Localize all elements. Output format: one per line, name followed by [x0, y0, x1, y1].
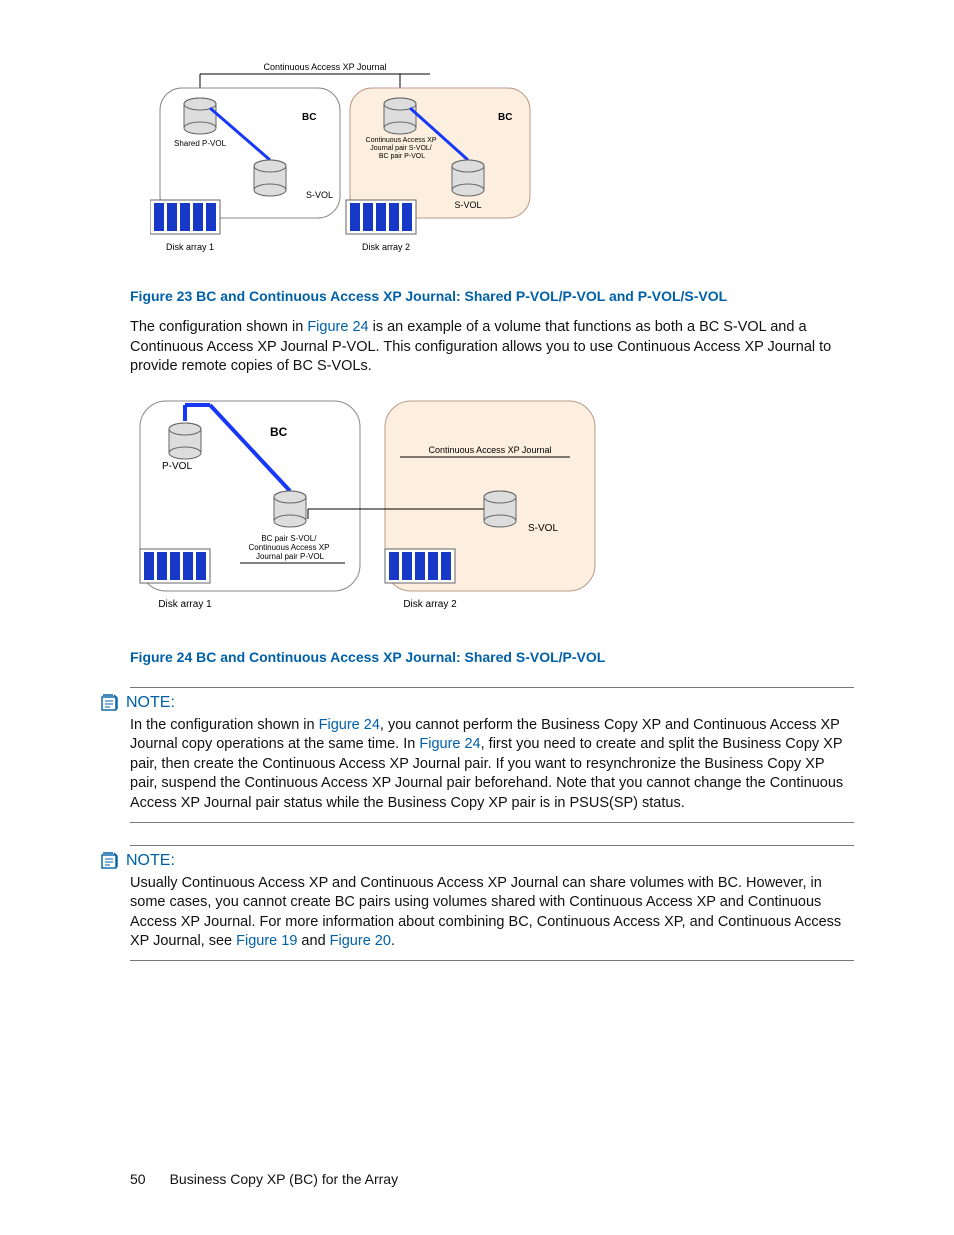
note-1: NOTE: In the configuration shown in Figu… [130, 687, 854, 823]
fig23-right-svol: S-VOL [454, 200, 481, 210]
fig24-left-array: Disk array 1 [158, 599, 212, 610]
note-2-heading: NOTE: [126, 852, 175, 870]
fig23-right-bc: BC [498, 112, 512, 123]
note1-link-fig24a[interactable]: Figure 24 [319, 717, 380, 733]
link-figure-24[interactable]: Figure 24 [307, 319, 368, 335]
paragraph-1: The configuration shown in Figure 24 is … [130, 318, 854, 377]
fig23-left-array: Disk array 1 [166, 242, 214, 252]
fig24-left-bc: BC [270, 425, 288, 439]
fig23-top-label: Continuous Access XP Journal [264, 62, 387, 72]
note2-link-fig20[interactable]: Figure 20 [330, 933, 391, 949]
fig24-left-pvol: P-VOL [162, 461, 192, 472]
note-2: NOTE: Usually Continuous Access XP and C… [130, 845, 854, 961]
figure-23-diagram: Continuous Access XP Journal Shared P-VO… [150, 60, 570, 270]
note1-link-fig24b[interactable]: Figure 24 [419, 736, 480, 752]
page-number: 50 [130, 1171, 146, 1187]
figure-24-diagram: P-VOL BC BC pair S-VOL/ Continuous Acces… [130, 391, 610, 631]
fig23-left-svol: S-VOL [306, 190, 333, 200]
fig23-left-pvol: Shared P-VOL [174, 139, 227, 148]
note2-link-fig19[interactable]: Figure 19 [236, 933, 297, 949]
fig24-right-array: Disk array 2 [403, 599, 457, 610]
fig24-right-svol: S-VOL [528, 523, 558, 534]
fig23-left-bc: BC [302, 112, 316, 123]
fig23-right-array: Disk array 2 [362, 242, 410, 252]
page-footer: 50 Business Copy XP (BC) for the Array [130, 1171, 398, 1187]
note-icon [100, 852, 120, 870]
note-icon [100, 694, 120, 712]
figure-23-caption: Figure 23 BC and Continuous Access XP Jo… [130, 288, 854, 304]
note-1-heading: NOTE: [126, 694, 175, 712]
figure-24-caption: Figure 24 BC and Continuous Access XP Jo… [130, 649, 854, 665]
fig24-right-top: Continuous Access XP Journal [429, 445, 552, 455]
footer-title: Business Copy XP (BC) for the Array [170, 1171, 399, 1187]
